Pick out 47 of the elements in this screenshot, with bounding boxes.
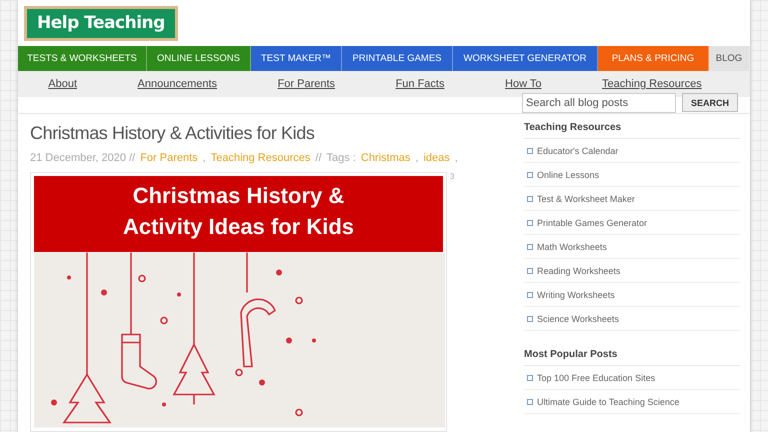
sidebar-link[interactable]: Writing Worksheets (537, 290, 615, 300)
sidebar-link[interactable]: Math Worksheets (537, 242, 607, 252)
nav-tab[interactable]: BLOG (709, 46, 750, 71)
category-link[interactable]: How To (505, 78, 542, 90)
bullet-icon (527, 244, 533, 250)
nav-tab[interactable]: TESTS & WORKSHEETS (18, 46, 147, 71)
bullet-icon (527, 268, 533, 274)
sidebar-link[interactable]: Printable Games Generator (537, 218, 648, 228)
sidebar-link[interactable]: Online Lessons (537, 170, 600, 180)
category-link[interactable]: Announcements (138, 78, 218, 90)
post-title: Christmas History & Activities for Kids (30, 123, 316, 144)
image-corner-mark: 3 (450, 172, 454, 183)
bullet-icon (527, 316, 533, 322)
separator-comma: , (454, 152, 458, 164)
search-field[interactable]: Search all blog posts (522, 93, 676, 113)
nav-tab[interactable]: WORKSHEET GENERATOR (453, 46, 598, 71)
sidebar-link[interactable]: Science Worksheets (537, 314, 619, 324)
tags-label: Tags : (326, 152, 356, 164)
separator-comma: , (415, 152, 418, 164)
nav-tab[interactable]: PRINTABLE GAMES (342, 46, 453, 71)
bullet-icon (527, 374, 533, 380)
category-link[interactable]: Teaching Resources (602, 78, 702, 90)
post-date: 21 December, 2020 // (30, 152, 136, 164)
nav-tab[interactable]: TEST MAKER™ (251, 46, 342, 71)
bullet-icon (527, 220, 533, 226)
search-button[interactable]: SEARCH (682, 93, 738, 112)
bullet-icon (527, 148, 533, 154)
sidebar-link[interactable]: Ultimate Guide to Teaching Science (537, 396, 680, 406)
sidebar-heading: Teaching Resources (524, 122, 740, 139)
site-logo[interactable]: Help Teaching (24, 6, 178, 41)
sidebar-link[interactable]: Educator's Calendar (537, 146, 618, 156)
category-link[interactable]: For Parents (278, 78, 336, 90)
nav-tab[interactable]: ONLINE LESSONS (147, 46, 251, 71)
bullet-icon (527, 398, 533, 404)
bullet-icon (527, 172, 533, 178)
sidebar-link[interactable]: Top 100 Free Education Sites (537, 372, 656, 382)
category-link[interactable]: Fun Facts (396, 78, 444, 90)
bullet-icon (527, 292, 533, 298)
sidebar-link[interactable]: Test & Worksheet Maker (537, 194, 635, 204)
separator-comma: , (202, 152, 206, 164)
image-banner-title: Christmas History & Activity Ideas for Kids (34, 176, 443, 252)
category-link[interactable]: About (48, 78, 78, 90)
nav-tab[interactable]: PLANS & PRICING (598, 46, 709, 71)
bullet-icon (527, 196, 533, 202)
sidebar-link[interactable]: Reading Worksheets (537, 266, 620, 276)
separator-text: // (315, 152, 322, 164)
sidebar-heading: Most Popular Posts (524, 349, 740, 366)
